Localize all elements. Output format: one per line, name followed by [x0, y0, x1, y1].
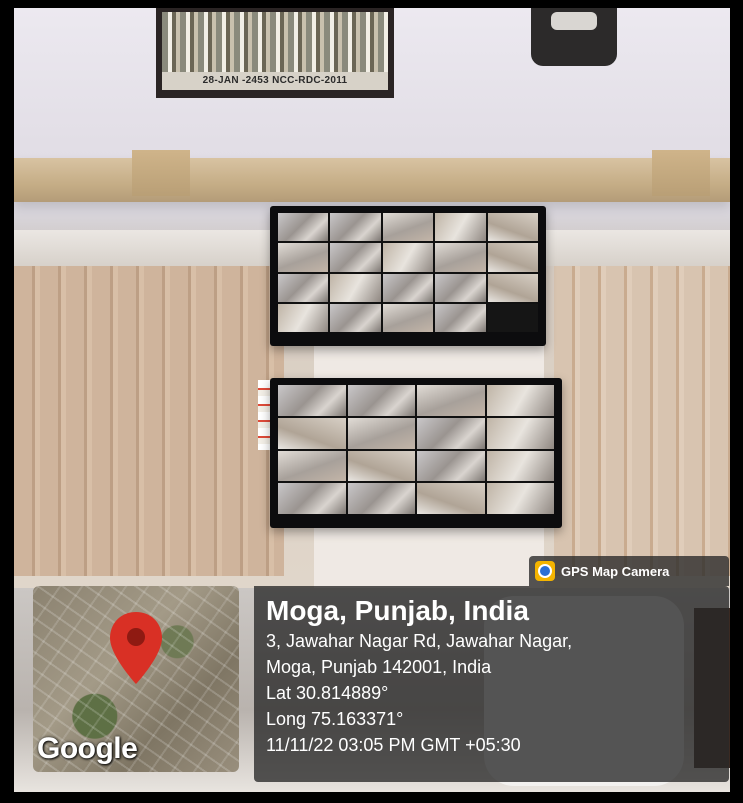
location-info-panel: Moga, Punjab, India 3, Jawahar Nagar Rd,… [254, 586, 729, 782]
google-attribution: Google [37, 732, 138, 765]
vertical-blinds-left [14, 266, 284, 576]
camera-feed [347, 450, 415, 482]
camera-feed [278, 450, 346, 482]
camera-feed-empty [487, 303, 538, 332]
shelf-bracket-left [132, 150, 190, 196]
camera-feed [330, 303, 381, 332]
gps-app-name: GPS Map Camera [561, 563, 670, 579]
camera-feed [330, 273, 381, 302]
vertical-blinds-right [554, 266, 730, 576]
camera-feed [486, 417, 554, 449]
camera-feed [278, 273, 329, 302]
camera-feed [487, 213, 538, 242]
camera-feed [347, 385, 415, 416]
camera-feed [347, 417, 415, 449]
camera-feed [417, 417, 485, 449]
camera-feed [347, 483, 415, 514]
longitude: Long 75.163371° [266, 709, 404, 729]
camera-feed [486, 450, 554, 482]
camera-feed [435, 213, 486, 242]
camera-feed [435, 273, 486, 302]
framed-photo-caption: 28-JAN -2453 NCC-RDC-2011 [162, 72, 388, 90]
place-title: Moga, Punjab, India [266, 595, 529, 626]
camera-feed [486, 483, 554, 514]
shelf-bracket-right [652, 150, 710, 196]
camera-feed [487, 273, 538, 302]
gps-map-camera-icon [535, 561, 555, 581]
cctv-grid-top [278, 213, 538, 332]
wooden-shelf [14, 158, 730, 202]
camera-feed [435, 303, 486, 332]
camera-feed [278, 483, 346, 514]
camera-feed [330, 243, 381, 272]
camera-feed [278, 417, 346, 449]
cctv-monitor-bottom [270, 378, 562, 528]
camera-feed [486, 385, 554, 416]
camera-feed [278, 243, 329, 272]
framed-photo: 28-JAN -2453 NCC-RDC-2011 [156, 8, 394, 98]
satellite-map-thumbnail: Google [33, 586, 239, 772]
camera-feed [382, 303, 434, 332]
camera-feed [382, 243, 434, 272]
camera-feed [382, 213, 434, 242]
camera-feed [417, 483, 485, 514]
cctv-grid-bottom [278, 385, 554, 514]
camera-feed [278, 385, 346, 416]
address-line-2: Moga, Punjab 142001, India [266, 657, 492, 677]
camera-feed [487, 243, 538, 272]
framed-photo-image: 28-JAN -2453 NCC-RDC-2011 [162, 12, 388, 90]
latitude: Lat 30.814889° [266, 683, 389, 703]
address-line-1: 3, Jawahar Nagar Rd, Jawahar Nagar, [266, 631, 573, 651]
camera-feed [330, 213, 381, 242]
camera-feed [382, 273, 434, 302]
camera-feed [417, 450, 485, 482]
camera-feed [435, 243, 486, 272]
camera-feed [417, 385, 485, 416]
camera-feed [278, 303, 329, 332]
wall-clock [531, 8, 617, 66]
camera-feed [278, 213, 329, 242]
gps-app-tag: GPS Map Camera [529, 556, 729, 586]
timestamp: 11/11/22 03:05 PM GMT +05:30 [266, 735, 521, 755]
cctv-monitor-top [270, 206, 546, 346]
location-pin-icon [110, 612, 162, 684]
